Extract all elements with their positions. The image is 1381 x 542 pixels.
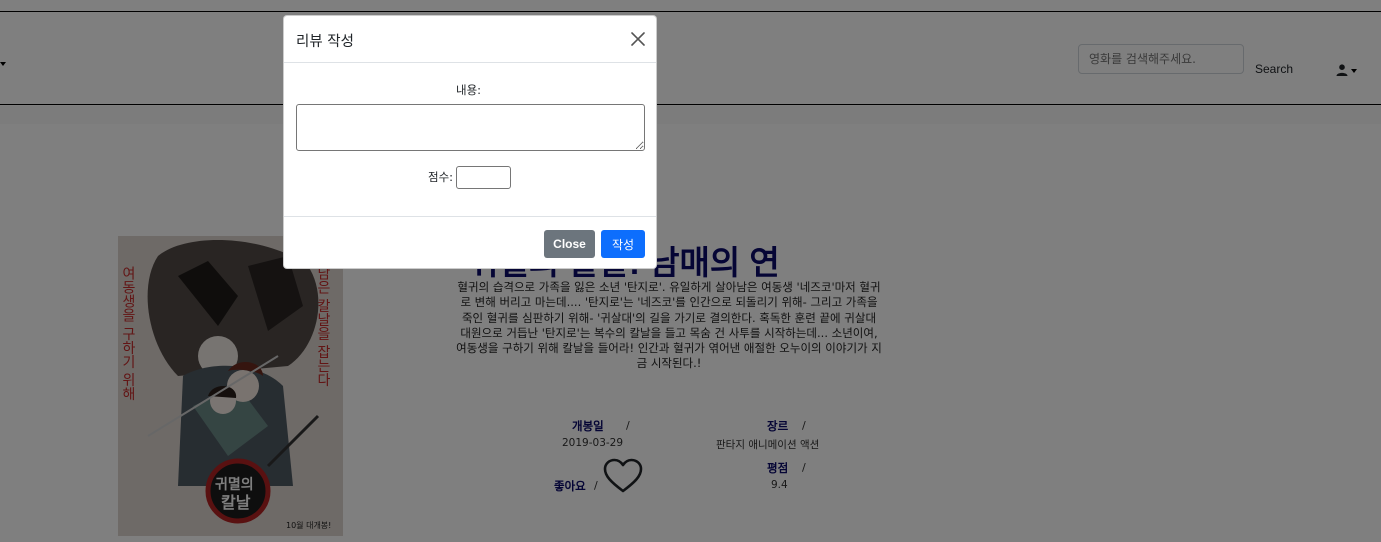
modal-backdrop[interactable] xyxy=(0,0,1381,542)
modal-footer: Close 작성 xyxy=(284,216,656,268)
close-icon[interactable] xyxy=(629,30,647,48)
score-input[interactable] xyxy=(456,166,511,189)
submit-review-button[interactable]: 작성 xyxy=(601,230,645,258)
content-label: 내용: xyxy=(456,83,482,97)
modal-header: 리뷰 작성 xyxy=(284,16,656,63)
close-button[interactable]: Close xyxy=(544,230,595,258)
score-label: 점수: xyxy=(428,170,454,184)
review-modal: 리뷰 작성 내용: 점수: Close 작성 xyxy=(283,15,657,269)
modal-title: 리뷰 작성 xyxy=(296,34,354,50)
review-content-textarea[interactable] xyxy=(296,104,645,151)
